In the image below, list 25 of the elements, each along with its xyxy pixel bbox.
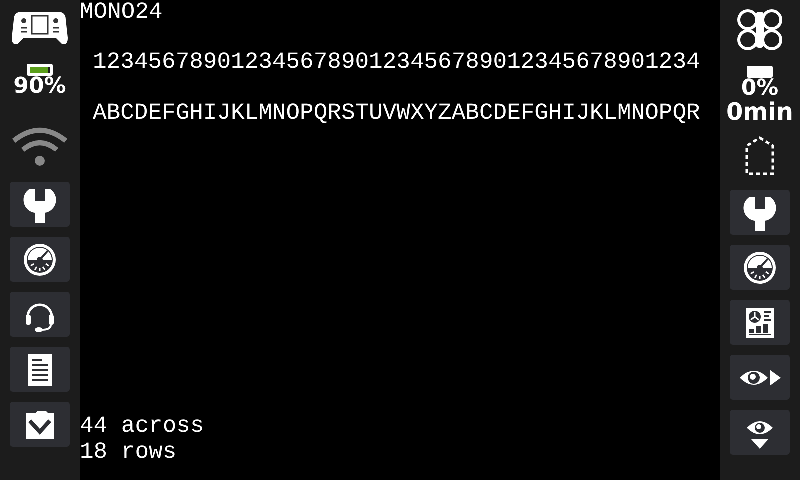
battery-icon [747,66,773,78]
battery-percentage: 0% [741,78,779,100]
sample-text-line: 12345678901234567890123456789012345678901234 [93,50,700,74]
dimension-text: 44 across [80,414,204,438]
dimension-text: 18 rows [80,440,177,464]
wrench-button[interactable] [730,190,790,235]
wrench-button[interactable] [10,182,70,227]
drone-icon [736,8,784,52]
gauge-button[interactable] [730,245,790,290]
headset-button[interactable] [10,292,70,337]
font-name: MONO24 [80,0,163,24]
wrench-icon [22,186,58,222]
folder-button[interactable] [10,402,70,447]
view-button[interactable] [730,410,790,455]
dashed-outline-icon [743,136,777,178]
gauge-icon [22,242,58,278]
gauge-button[interactable] [10,237,70,282]
wrench-icon [742,194,778,230]
document-button[interactable] [10,347,70,392]
sample-text-line: ABCDEFGHIJKLMNOPQRSTUVWXYZABCDEFGHIJKLMNOPQR [93,101,700,125]
view-button[interactable] [730,355,790,400]
gauge-icon [742,250,778,286]
dashboard-button[interactable] [730,300,790,345]
flight-time: 0min [726,100,794,124]
battery-percentage: 90% [14,76,66,98]
